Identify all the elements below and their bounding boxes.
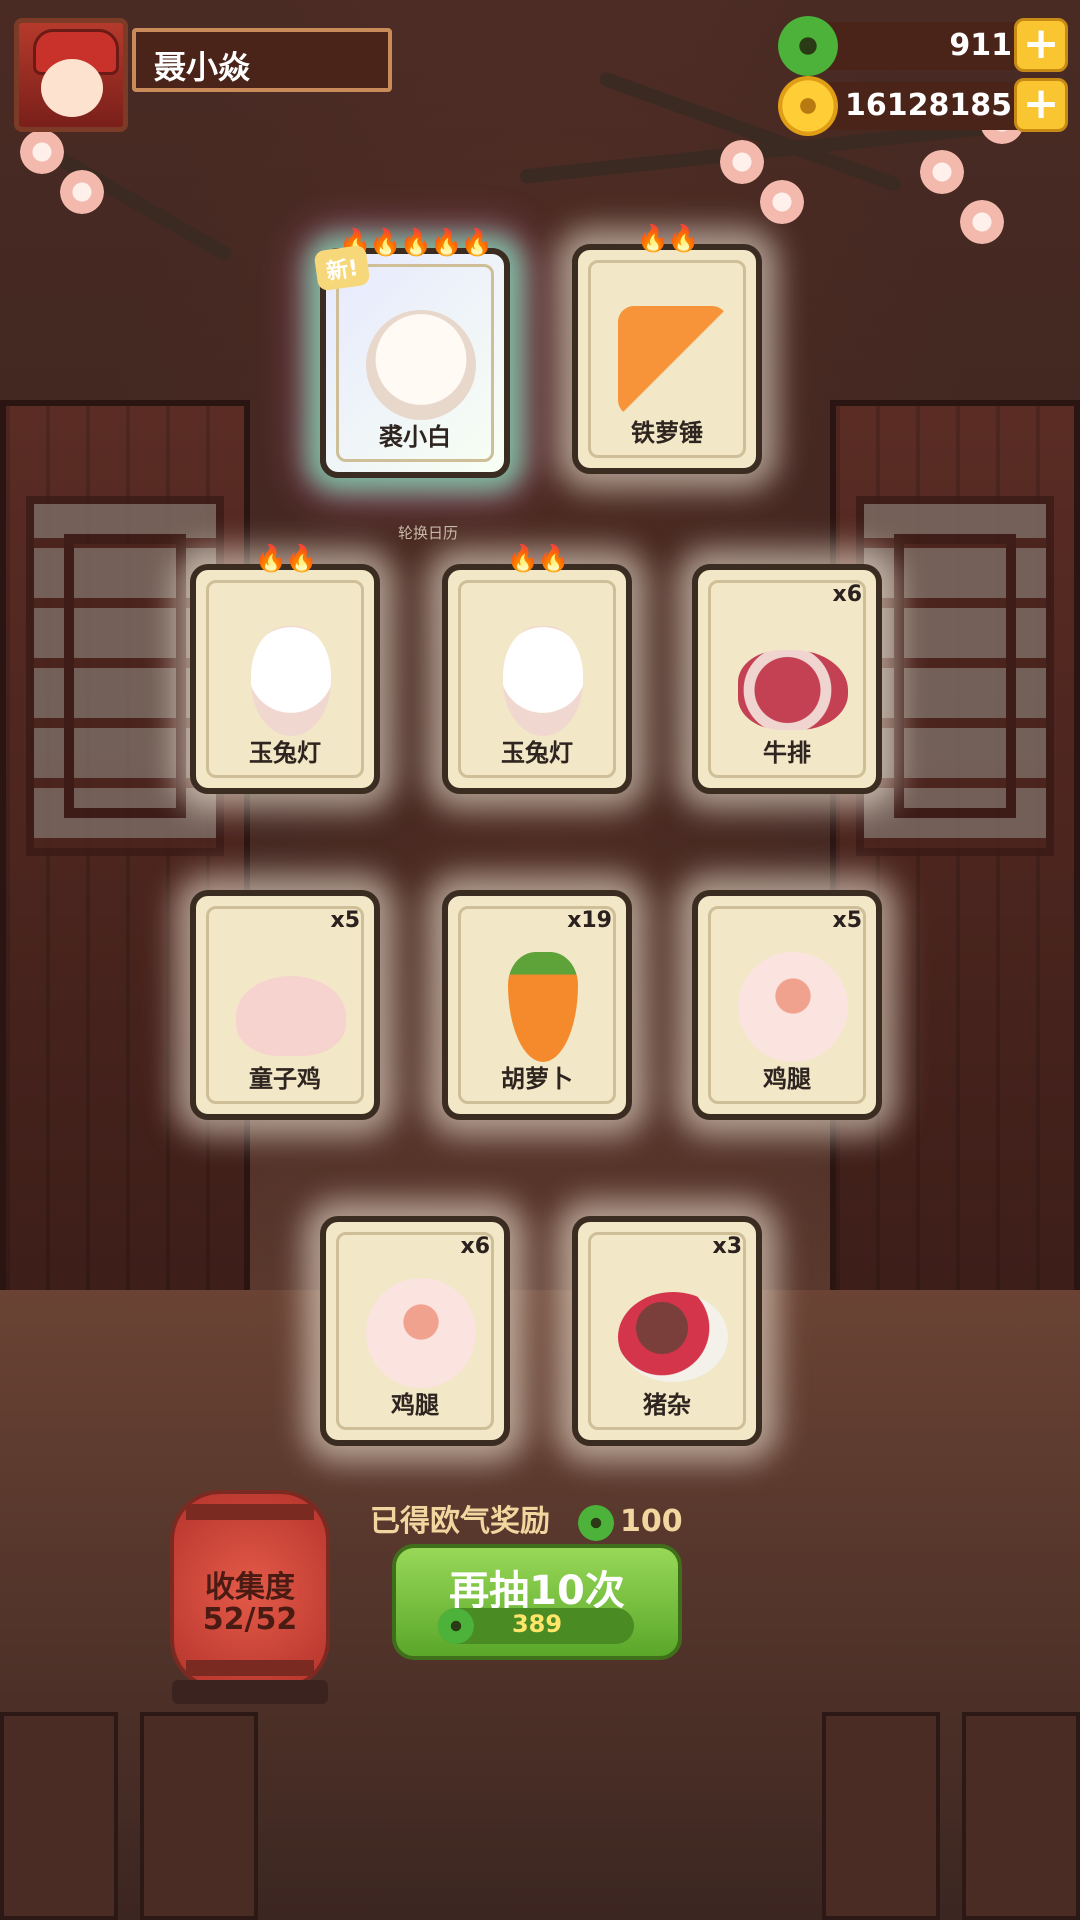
gold-currency: 16128185 + xyxy=(778,76,1068,136)
cat-icon xyxy=(366,310,476,420)
blossom-flower xyxy=(920,150,964,194)
reward-card[interactable]: 🔥🔥🔥🔥🔥 新! 裘小白 xyxy=(313,228,510,478)
draw-cost-value: 389 xyxy=(511,1610,563,1638)
player-profile[interactable]: 聂小焱 xyxy=(14,18,392,132)
player-name-bar: 聂小焱 xyxy=(132,28,392,92)
jade-amount: 911 xyxy=(949,28,1012,63)
add-gold-button[interactable]: + xyxy=(1014,78,1068,132)
card-label: 裘小白 xyxy=(379,423,451,451)
drumstick-icon xyxy=(366,1278,476,1388)
flame-rating: 🔥🔥 xyxy=(506,544,570,574)
quantity-label: x5 xyxy=(832,908,863,933)
card-label: 铁萝锤 xyxy=(631,419,703,447)
flame-rating: 🔥🔥 xyxy=(636,224,700,254)
carrot-hammer-icon xyxy=(618,306,728,416)
card-label: 猪杂 xyxy=(643,1391,691,1419)
reward-card[interactable]: x6 鸡腿 xyxy=(320,1216,510,1446)
quantity-label: x5 xyxy=(330,908,361,933)
left-door xyxy=(0,400,250,1300)
reward-card[interactable]: 🔥🔥 玉兔灯 xyxy=(442,544,632,794)
quantity-label: x3 xyxy=(712,1234,743,1259)
gold-coin-icon xyxy=(778,76,838,136)
collection-title: 收集度 xyxy=(205,1570,295,1605)
fence-post xyxy=(0,1712,118,1920)
collection-value: 52/52 xyxy=(202,1602,298,1637)
blossom-flower xyxy=(20,130,64,174)
card-label: 牛排 xyxy=(763,739,811,767)
draw-again-button[interactable]: 再抽10次 389 xyxy=(392,1544,682,1660)
avatar[interactable] xyxy=(14,18,128,132)
draw-cost: 389 xyxy=(438,1608,634,1644)
rabbit-lantern-icon xyxy=(503,626,583,736)
blossom-flower xyxy=(60,170,104,214)
gold-amount: 16128185 xyxy=(845,88,1012,123)
reward-card[interactable]: x19 胡萝卜 xyxy=(442,890,632,1120)
add-jade-button[interactable]: + xyxy=(1014,18,1068,72)
flame-rating: 🔥🔥 xyxy=(254,544,318,574)
collection-lantern[interactable]: 收集度 52/52 xyxy=(170,1490,330,1690)
blossom-flower xyxy=(720,140,764,184)
reward-value: 100 xyxy=(620,1504,683,1539)
reward-card[interactable]: x5 童子鸡 xyxy=(190,890,380,1120)
reward-card[interactable]: x5 鸡腿 xyxy=(692,890,882,1120)
reward-label: 已得欧气奖励 xyxy=(370,1504,550,1539)
reward-card[interactable]: x3 猪杂 xyxy=(572,1216,762,1446)
reward-line: 已得欧气奖励 100 xyxy=(370,1496,683,1541)
jade-currency: 911 + xyxy=(778,16,1068,76)
reward-card[interactable]: 🔥🔥 铁萝锤 xyxy=(572,224,762,474)
jade-coin-icon xyxy=(778,16,838,76)
reward-card[interactable]: 🔥🔥 玉兔灯 xyxy=(190,544,380,794)
rabbit-lantern-icon xyxy=(251,626,331,736)
quantity-label: x6 xyxy=(460,1234,491,1259)
steak-icon xyxy=(738,650,848,730)
fence-post xyxy=(962,1712,1080,1920)
quantity-label: x19 xyxy=(567,908,612,933)
quantity-label: x6 xyxy=(832,582,863,607)
chicken-icon xyxy=(236,976,346,1056)
reward-card[interactable]: x6 牛排 xyxy=(692,564,882,794)
card-label: 胡萝卜 xyxy=(501,1065,573,1093)
right-door xyxy=(830,400,1080,1300)
background-sign: 轮换日历 xyxy=(398,524,459,542)
fence-post xyxy=(140,1712,258,1920)
card-label: 玉兔灯 xyxy=(249,739,321,767)
card-label: 鸡腿 xyxy=(763,1065,811,1093)
new-badge: 新! xyxy=(313,244,371,292)
card-label: 童子鸡 xyxy=(249,1065,321,1093)
player-name: 聂小焱 xyxy=(154,48,251,86)
lantern-stand xyxy=(172,1680,328,1704)
card-label: 鸡腿 xyxy=(391,1391,439,1419)
card-label: 玉兔灯 xyxy=(501,739,573,767)
jade-coin-icon xyxy=(578,1504,614,1541)
offal-icon xyxy=(618,1292,728,1382)
blossom-flower xyxy=(760,180,804,224)
blossom-flower xyxy=(960,200,1004,244)
drumstick-icon xyxy=(738,952,848,1062)
fence-post xyxy=(822,1712,940,1920)
